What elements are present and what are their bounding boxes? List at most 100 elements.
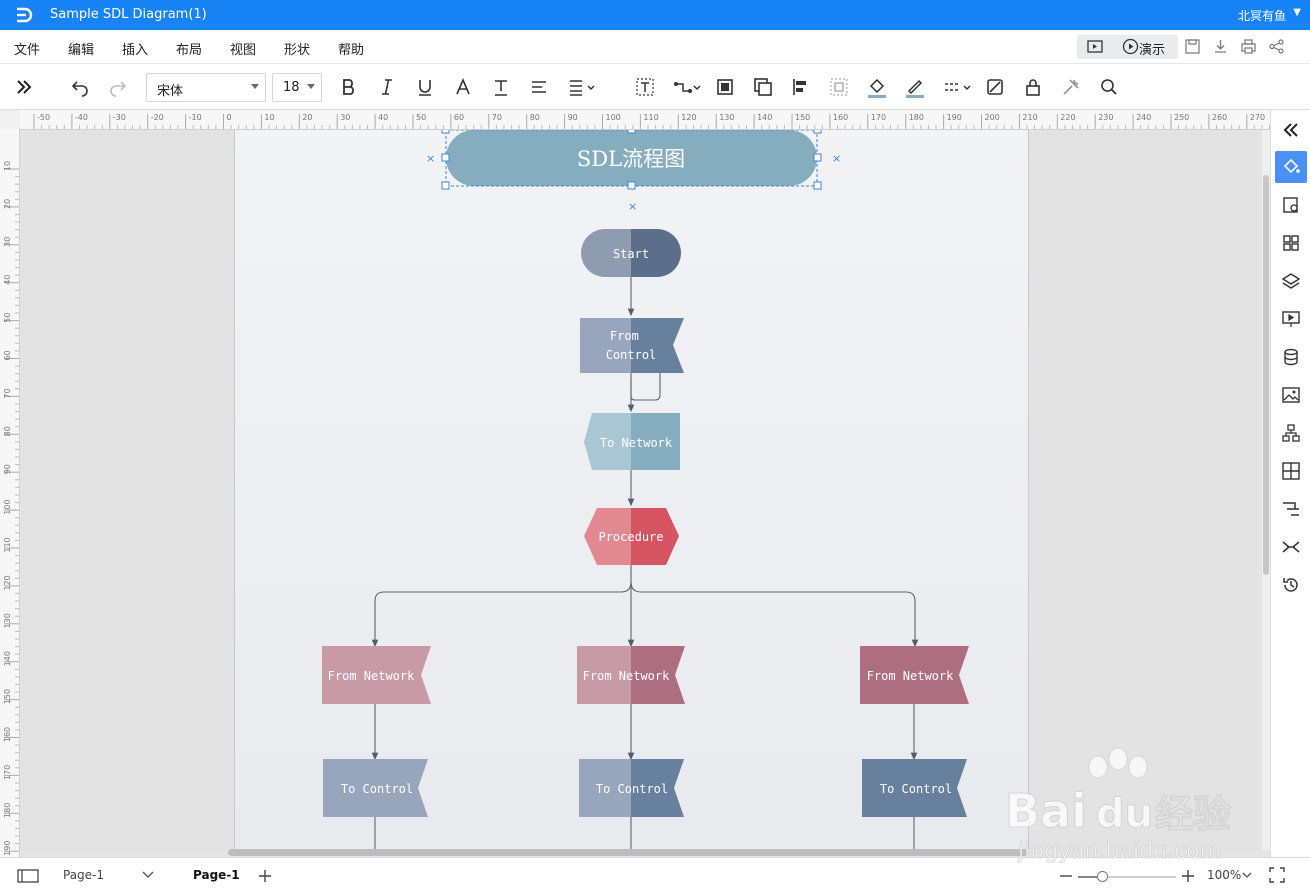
image-icon[interactable] [1281,385,1301,405]
resize-handle[interactable] [441,153,450,162]
resize-handle[interactable] [627,181,636,190]
database-icon[interactable] [1281,347,1301,367]
user-menu-chevron-icon[interactable]: ▼ [1293,7,1301,18]
to-control-node-3[interactable]: To Control [862,759,967,817]
shape-style-icon[interactable] [984,76,1006,98]
present-button[interactable]: 演示 [1139,39,1165,58]
undo-icon[interactable] [69,76,91,98]
save-icon[interactable] [1184,38,1201,55]
underline-icon[interactable] [414,76,436,98]
connection-point-icon[interactable]: × [832,152,841,165]
text-box-icon[interactable] [634,76,656,98]
expand-chevrons-icon[interactable] [13,76,35,98]
tools-icon[interactable] [1060,76,1082,98]
title-shape[interactable]: SDL流程图 [446,130,817,186]
line-color-icon[interactable] [904,76,926,98]
ruler-label: 180 [3,803,12,818]
sdl-diagram[interactable]: SDL流程图 × × × Start From Control To Netwo… [235,130,1028,850]
flow-steps-icon[interactable] [1281,499,1301,519]
text-style-icon[interactable] [490,76,512,98]
vertical-ruler: 10 20 30 40 50 60 70 80 90 100 110 120 130 140 150 160 1… [0,129,20,857]
ruler-label: 260 [1212,113,1227,122]
to-control-node-1[interactable]: To Control [323,759,428,817]
line-spacing-icon[interactable] [566,76,598,98]
zoom-in-icon[interactable] [1181,869,1195,883]
from-network-node-3[interactable]: From Network [860,646,969,704]
vertical-scroll-thumb[interactable] [1263,175,1269,575]
layers-icon[interactable] [1281,271,1301,291]
share-icon[interactable] [1268,38,1285,55]
font-family-select[interactable]: 宋体 [146,73,266,102]
shuffle-icon[interactable] [1281,537,1301,557]
group-icon[interactable] [828,76,850,98]
resize-handle[interactable] [813,130,822,134]
menu-file[interactable]: 文件 [14,39,40,58]
bring-front-icon[interactable] [714,76,736,98]
search-icon[interactable] [1098,76,1120,98]
align-left-icon[interactable] [528,76,550,98]
bold-icon[interactable] [338,76,360,98]
from-network-node-2[interactable]: From Network [577,646,685,704]
connection-point-icon[interactable]: × [426,152,435,165]
align-objects-icon[interactable] [790,76,812,98]
resize-handle[interactable] [813,153,822,162]
apps-grid-icon[interactable] [1281,233,1301,253]
font-color-icon[interactable] [452,76,474,98]
fullscreen-icon[interactable] [1269,867,1285,883]
zoom-slider-handle[interactable] [1097,871,1108,882]
from-control-node[interactable]: From Control [580,318,684,373]
play-circle-icon[interactable] [1122,38,1139,55]
presentation-icon[interactable] [1281,309,1301,329]
chevron-down-icon[interactable] [1242,872,1252,879]
resize-handle[interactable] [627,130,636,134]
vertical-scrollbar[interactable] [1262,130,1270,850]
branch-connector[interactable] [630,581,919,648]
procedure-node[interactable]: Procedure [584,508,679,565]
collapse-panel-icon[interactable] [1281,120,1301,140]
menu-shape[interactable]: 形状 [284,39,310,58]
paw-icon [1088,755,1108,779]
menu-layout[interactable]: 布局 [176,39,202,58]
download-icon[interactable] [1212,38,1229,55]
zoom-out-icon[interactable] [1059,870,1073,882]
menu-insert[interactable]: 插入 [122,39,148,58]
send-back-icon[interactable] [752,76,774,98]
branch-connector[interactable] [371,581,632,648]
page-settings-icon[interactable] [1281,195,1301,215]
add-page-icon[interactable] [258,869,272,883]
table-layout-icon[interactable] [1281,461,1301,481]
menu-view[interactable]: 视图 [230,39,256,58]
fill-bucket-icon[interactable] [1281,157,1301,177]
redo-icon[interactable] [107,76,129,98]
print-icon[interactable] [1240,38,1257,55]
menu-help[interactable]: 帮助 [338,39,364,58]
start-node[interactable]: Start [581,229,681,277]
screen-play-icon[interactable] [1086,39,1104,55]
italic-icon[interactable] [376,76,398,98]
org-chart-icon[interactable] [1281,423,1301,443]
resize-handle[interactable] [441,130,450,134]
horizontal-scroll-thumb[interactable] [228,849,1028,856]
vertical-ruler-ticks: 10 20 30 40 50 60 70 80 90 100 110 120 130 140 150 160 1… [3,161,19,856]
user-name[interactable]: 北冥有鱼 [1238,7,1286,24]
resize-handle[interactable] [813,181,822,190]
to-network-node[interactable]: To Network [584,413,680,470]
connection-point-icon[interactable]: × [628,200,637,213]
page-selector[interactable]: Page-1 [63,868,104,882]
page-panel-icon[interactable] [17,868,39,884]
connector-icon[interactable] [672,76,704,98]
line-style-icon[interactable] [942,76,974,98]
history-icon[interactable] [1281,575,1301,595]
from-network-node-1[interactable]: From Network [322,646,431,704]
fill-color-icon[interactable] [866,76,888,98]
lock-icon[interactable] [1022,76,1044,98]
font-size-select[interactable]: 18 [272,73,322,102]
resize-handle[interactable] [441,181,450,190]
diagram-page[interactable]: SDL流程图 × × × Start From Control To Netwo… [234,130,1029,850]
zoom-level[interactable]: 100% [1207,868,1241,882]
to-control-node-2[interactable]: To Control [579,759,684,817]
menu-edit[interactable]: 编辑 [68,39,94,58]
chevron-down-icon[interactable] [142,871,154,879]
tab-page-1[interactable]: Page-1 [193,868,240,882]
canvas-area[interactable]: SDL流程图 × × × Start From Control To Netwo… [20,130,1262,850]
